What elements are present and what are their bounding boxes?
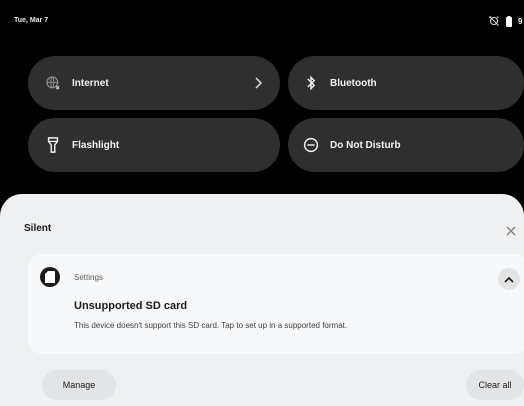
bluetooth-icon xyxy=(302,74,320,92)
close-icon[interactable] xyxy=(506,223,516,241)
chevron-up-icon[interactable] xyxy=(498,268,520,290)
clear-all-button[interactable]: Clear all xyxy=(466,370,524,400)
tile-label: Flashlight xyxy=(72,139,120,151)
battery-icon xyxy=(506,15,512,27)
status-icons: 9 xyxy=(488,14,524,28)
manage-button[interactable]: Manage xyxy=(42,370,116,400)
tile-flashlight[interactable]: Flashlight xyxy=(28,118,280,172)
globe-icon xyxy=(44,74,62,92)
notification-body: This device doesn't support this SD card… xyxy=(74,321,348,330)
tile-bluetooth[interactable]: Bluetooth xyxy=(288,56,524,110)
chevron-right-icon xyxy=(254,76,263,94)
battery-level: 9 xyxy=(518,16,523,26)
status-date: Tue, Mar 7 xyxy=(14,17,49,24)
do-not-disturb-icon xyxy=(302,136,320,154)
notification-sheet: Silent Settings Unsupported SD card This… xyxy=(0,194,524,406)
alarm-off-icon xyxy=(488,15,500,27)
flashlight-icon xyxy=(44,136,62,154)
notification-card[interactable]: Settings Unsupported SD card This device… xyxy=(28,254,524,354)
notification-app-name: Settings xyxy=(74,273,103,282)
section-title: Silent xyxy=(24,223,52,234)
notification-title: Unsupported SD card xyxy=(74,300,188,312)
tile-internet[interactable]: Internet xyxy=(28,56,280,110)
tile-label: Internet xyxy=(72,77,109,89)
tile-do-not-disturb[interactable]: Do Not Disturb xyxy=(288,118,524,172)
tile-label: Do Not Disturb xyxy=(330,139,401,151)
sd-card-icon xyxy=(40,267,60,287)
tile-label: Bluetooth xyxy=(330,77,377,89)
status-bar: Tue, Mar 7 9 xyxy=(0,0,524,40)
